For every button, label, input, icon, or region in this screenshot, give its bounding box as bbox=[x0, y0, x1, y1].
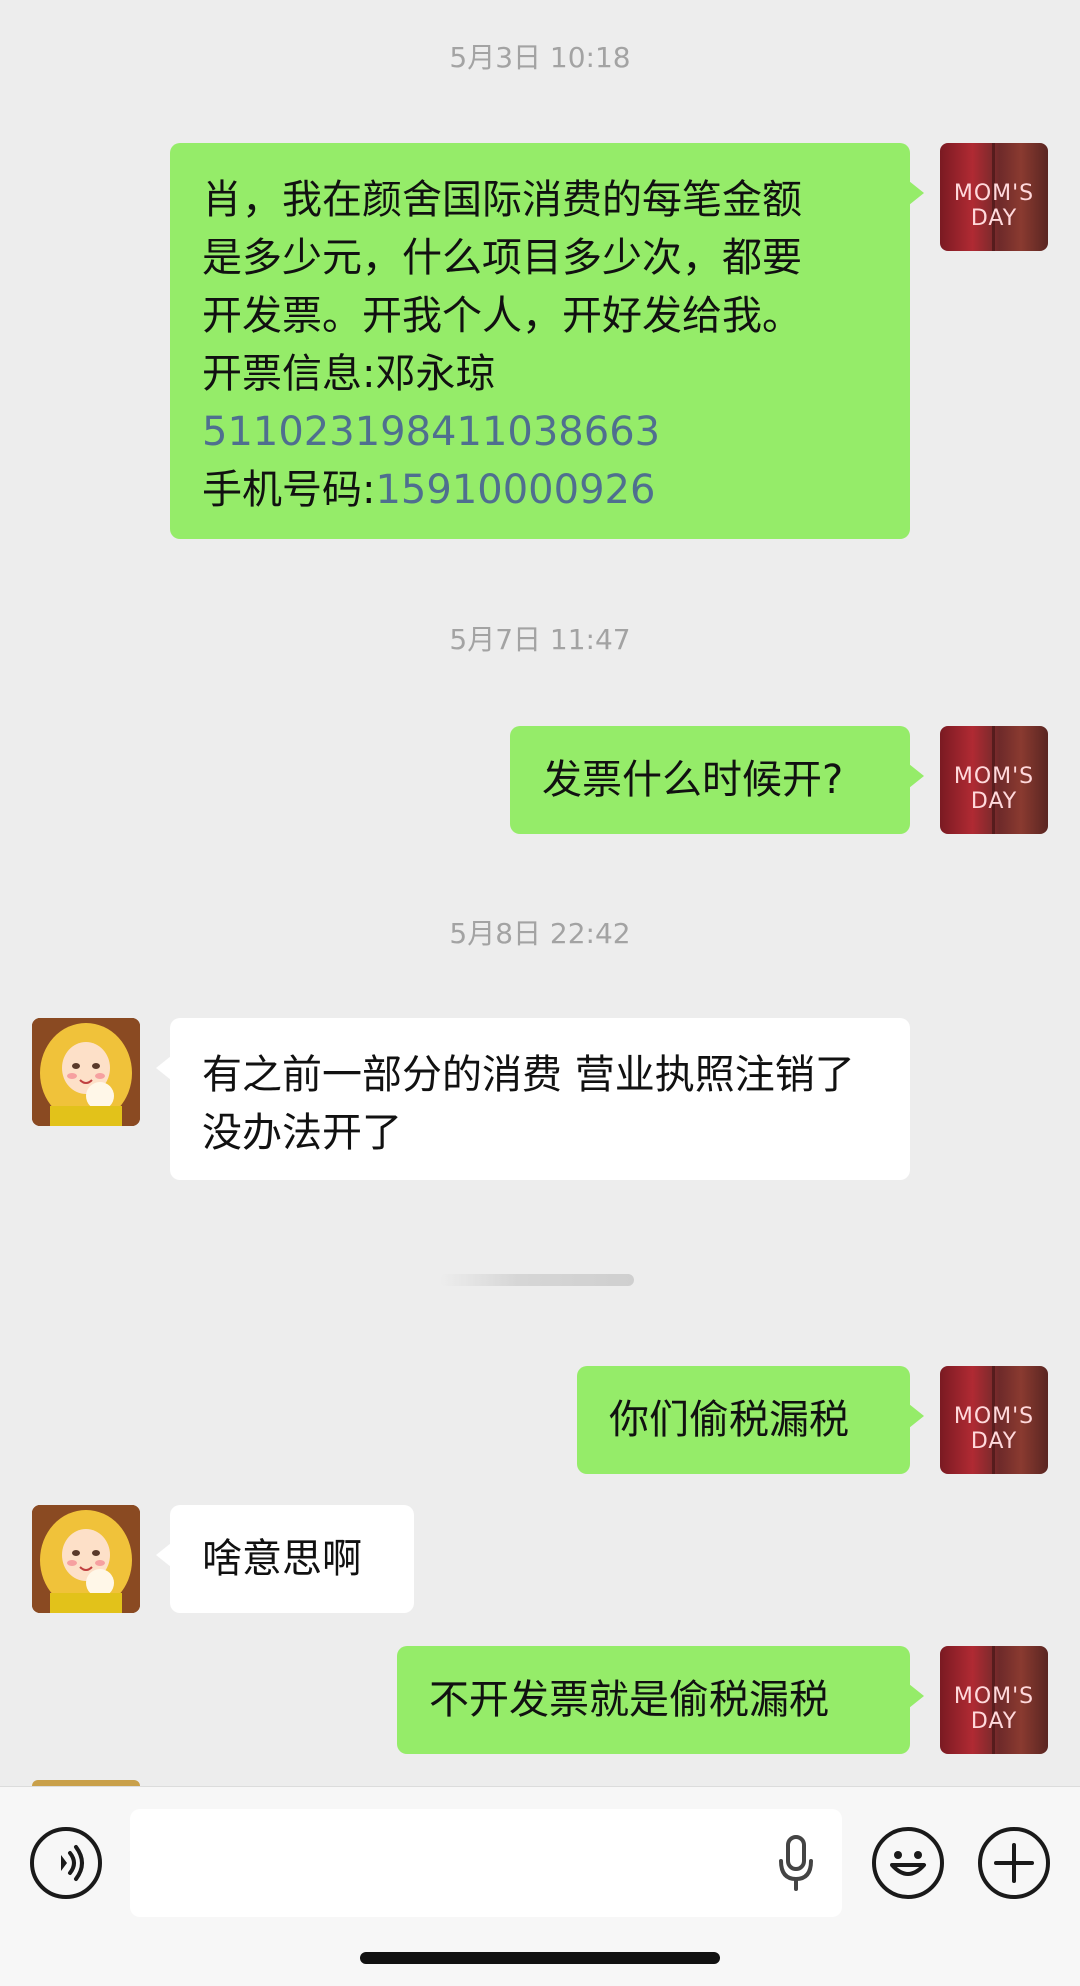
message-bubble-received[interactable]: 有之前一部分的消费 营业执照注销了 没办法开了 bbox=[156, 1018, 910, 1180]
avatar-logo-text: MOM'S DAY bbox=[953, 1404, 1035, 1454]
my-avatar[interactable]: MOM'S DAY bbox=[940, 726, 1048, 834]
message-text: 啥意思啊 bbox=[202, 1536, 362, 1582]
microphone-icon[interactable] bbox=[776, 1833, 816, 1893]
message-bubble-sent[interactable]: 发票什么时候开? bbox=[510, 726, 924, 834]
message-bubble-sent[interactable]: 肖，我在颜舍国际消费的每笔金额 是多少元，什么项目多少次，都要 开发票。开我个人… bbox=[170, 143, 924, 539]
input-toolbar bbox=[0, 1786, 1080, 1986]
message-input[interactable] bbox=[130, 1809, 842, 1917]
id-number-link[interactable]: 511023198411038663 bbox=[202, 403, 878, 461]
cartoon-girl-icon bbox=[32, 1018, 140, 1126]
emoji-icon bbox=[890, 1851, 926, 1876]
phone-number-link[interactable]: 15910000926 bbox=[375, 467, 655, 513]
my-avatar[interactable]: MOM'S DAY bbox=[940, 1646, 1048, 1754]
message-text: 开票信息:邓永琼 bbox=[202, 351, 496, 397]
cartoon-girl-icon bbox=[32, 1505, 140, 1613]
avatar-logo-text: MOM'S DAY bbox=[953, 1684, 1035, 1734]
timestamp: 5月8日 22:42 bbox=[449, 917, 631, 950]
chat-history[interactable]: 5月3日 10:18 MOM'S DAY 肖，我在颜舍国际消费的每笔金额 是多少… bbox=[0, 0, 1080, 1786]
message-bubble-sent[interactable]: 不开发票就是偷税漏税 bbox=[397, 1646, 924, 1754]
contact-avatar[interactable] bbox=[32, 1505, 140, 1613]
message-bubble-sent[interactable]: 你们偷税漏税 bbox=[577, 1366, 924, 1474]
message-text: 有之前一部分的消费 营业执照注销了 没办法开了 bbox=[202, 1052, 855, 1156]
message-text: 肖，我在颜舍国际消费的每笔金额 bbox=[202, 177, 802, 223]
message-text: 发票什么时候开? bbox=[542, 757, 844, 803]
voice-icon bbox=[61, 1845, 84, 1881]
phone-line: 手机号码:15910000926 bbox=[202, 461, 878, 519]
my-avatar[interactable]: MOM'S DAY bbox=[940, 1366, 1048, 1474]
voice-input-button[interactable] bbox=[30, 1827, 102, 1899]
message-text: 开发票。开我个人，开好发给我。 bbox=[202, 293, 802, 339]
avatar-logo-text: MOM'S DAY bbox=[953, 764, 1035, 814]
contact-avatar[interactable] bbox=[32, 1018, 140, 1126]
blurred-element bbox=[440, 1274, 634, 1286]
my-avatar[interactable]: MOM'S DAY bbox=[940, 143, 1048, 251]
timestamp: 5月3日 10:18 bbox=[449, 41, 631, 74]
avatar-logo-text: MOM'S DAY bbox=[953, 181, 1035, 231]
phone-label: 手机号码: bbox=[202, 467, 376, 513]
plus-icon bbox=[994, 1843, 1034, 1883]
message-bubble-received[interactable]: 啥意思啊 bbox=[156, 1505, 414, 1613]
emoji-button[interactable] bbox=[872, 1827, 944, 1899]
home-indicator[interactable] bbox=[360, 1952, 720, 1964]
message-text: 不开发票就是偷税漏税 bbox=[429, 1677, 829, 1723]
more-functions-button[interactable] bbox=[978, 1827, 1050, 1899]
message-text: 是多少元，什么项目多少次，都要 bbox=[202, 235, 802, 281]
message-text: 你们偷税漏税 bbox=[609, 1397, 849, 1443]
timestamp: 5月7日 11:47 bbox=[449, 623, 631, 656]
